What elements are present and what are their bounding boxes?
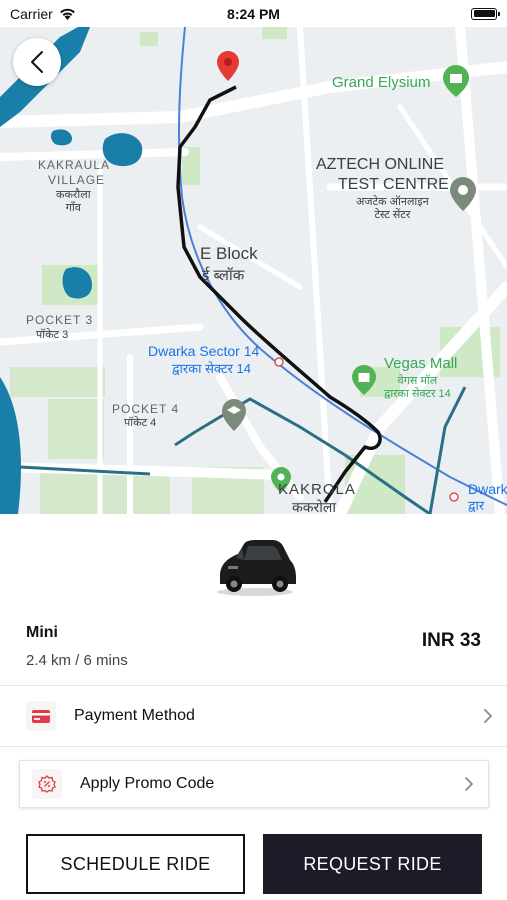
back-button[interactable] bbox=[13, 38, 61, 86]
map-label-dwarka14: Dwarka Sector 14 bbox=[148, 343, 260, 359]
request-ride-button[interactable]: REQUEST RIDE bbox=[263, 834, 482, 894]
map-label-eblock-hindi: ई ब्लॉक bbox=[202, 267, 245, 284]
chevron-left-icon bbox=[31, 51, 43, 73]
ride-price: INR 33 bbox=[421, 630, 481, 651]
chevron-right-icon bbox=[465, 777, 473, 791]
map-label-aztech-1: AZTECH ONLINE bbox=[316, 156, 445, 173]
map-label-aztech-hindi: अजटेक ऑनलाइन टेस्ट सेंटर bbox=[356, 196, 429, 221]
map-label-vegas-hindi: वेगस मॉल द्वारका सेक्टर 14 bbox=[384, 375, 451, 400]
apply-promo-label: Apply Promo Code bbox=[80, 775, 215, 792]
map-label-eblock: E Block bbox=[200, 244, 258, 263]
schedule-ride-button[interactable]: SCHEDULE RIDE bbox=[26, 834, 245, 894]
school-pin-icon bbox=[222, 399, 246, 431]
map-label-pocket3-hindi: पॉकेट 3 bbox=[36, 329, 69, 341]
payment-method-label: Payment Method bbox=[74, 707, 195, 724]
car-image bbox=[217, 540, 296, 596]
map-view[interactable]: Grand Elysium AZTECH ONLINE TEST CENTRE … bbox=[0, 27, 507, 514]
map-label-kakraula-hindi: ककरौला गाँव bbox=[56, 189, 91, 214]
apply-promo-row[interactable]: Apply Promo Code bbox=[19, 760, 489, 808]
battery-icon bbox=[471, 7, 500, 20]
map-label-dwark-edge-hindi: द्वार bbox=[468, 498, 485, 513]
map-label-kakraula-2: VILLAGE bbox=[48, 173, 106, 187]
map-label-kakraula-1: KAKRAULA bbox=[38, 158, 111, 172]
map-label-pocket4: POCKET 4 bbox=[112, 402, 180, 416]
payment-method-row[interactable]: Payment Method bbox=[0, 685, 507, 747]
destination-pin-icon bbox=[217, 51, 239, 81]
chevron-right-icon bbox=[484, 709, 492, 723]
status-bar: Carrier 8:24 PM bbox=[0, 0, 507, 27]
map-label-dwark-edge: Dwark bbox=[468, 481, 507, 497]
ride-distance-time: 2.4 km / 6 mins bbox=[26, 652, 128, 669]
map-canvas bbox=[0, 27, 507, 514]
map-label-dwarka14-hindi: द्वारका सेक्टर 14 bbox=[172, 361, 251, 376]
ride-panel: Mini 2.4 km / 6 mins INR 33 Payment Meth… bbox=[0, 514, 507, 900]
map-label-aztech-2: TEST CENTRE bbox=[338, 176, 449, 193]
map-label-kakrola: KAKROLA bbox=[278, 481, 356, 498]
map-label-kakrola-hindi: ककरोला bbox=[292, 499, 336, 514]
map-label-pocket3: POCKET 3 bbox=[26, 313, 94, 327]
map-label-grand-elysium: Grand Elysium bbox=[332, 74, 431, 91]
shopping-pin-icon bbox=[443, 65, 469, 97]
card-icon bbox=[26, 701, 56, 731]
map-label-vegas-mall: Vegas Mall bbox=[384, 355, 458, 372]
ride-type-name: Mini bbox=[26, 624, 58, 641]
mall-pin-icon bbox=[352, 365, 376, 395]
place-pin-icon bbox=[450, 177, 476, 211]
status-time: 8:24 PM bbox=[227, 5, 280, 22]
discount-icon bbox=[32, 769, 62, 799]
map-label-pocket4-hindi: पॉकेट 4 bbox=[124, 417, 157, 429]
